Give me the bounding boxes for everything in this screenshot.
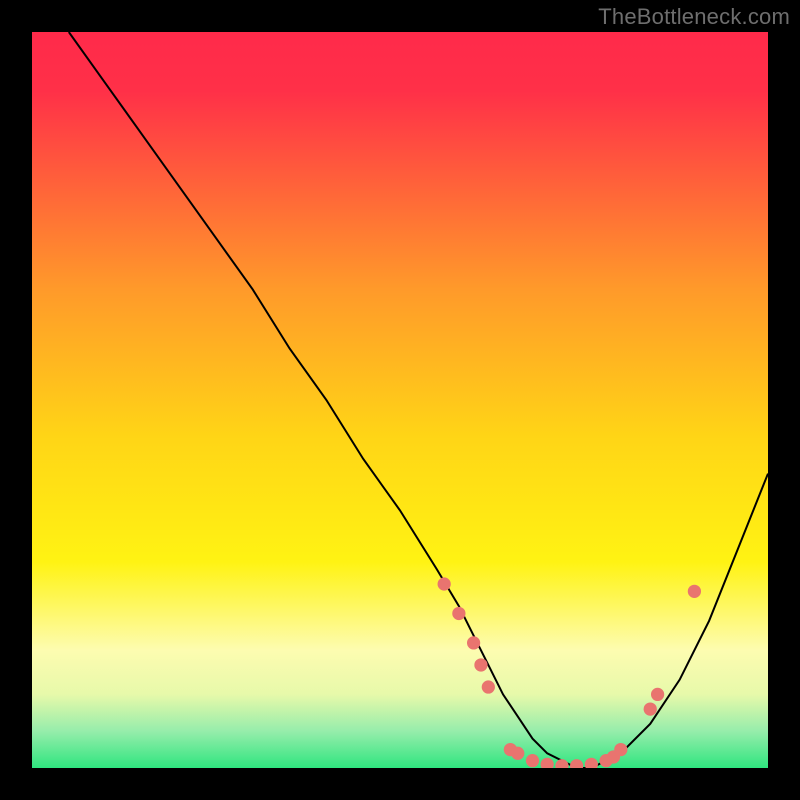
data-marker	[438, 577, 451, 590]
chart-frame: TheBottleneck.com	[0, 0, 800, 800]
data-marker	[570, 759, 583, 768]
data-marker	[585, 758, 598, 768]
data-marker	[511, 747, 524, 760]
data-marker	[644, 702, 657, 715]
data-marker	[482, 680, 495, 693]
data-marker	[541, 758, 554, 768]
plot-area	[32, 32, 768, 768]
data-marker	[651, 688, 664, 701]
data-marker	[688, 585, 701, 598]
bottleneck-curve-path	[69, 32, 768, 768]
data-marker	[526, 754, 539, 767]
bottleneck-curve-svg	[32, 32, 768, 768]
watermark-text: TheBottleneck.com	[598, 4, 790, 30]
data-markers	[438, 577, 701, 768]
data-marker	[467, 636, 480, 649]
data-marker	[474, 658, 487, 671]
data-marker	[555, 759, 568, 768]
data-marker	[614, 743, 627, 756]
data-marker	[452, 607, 465, 620]
